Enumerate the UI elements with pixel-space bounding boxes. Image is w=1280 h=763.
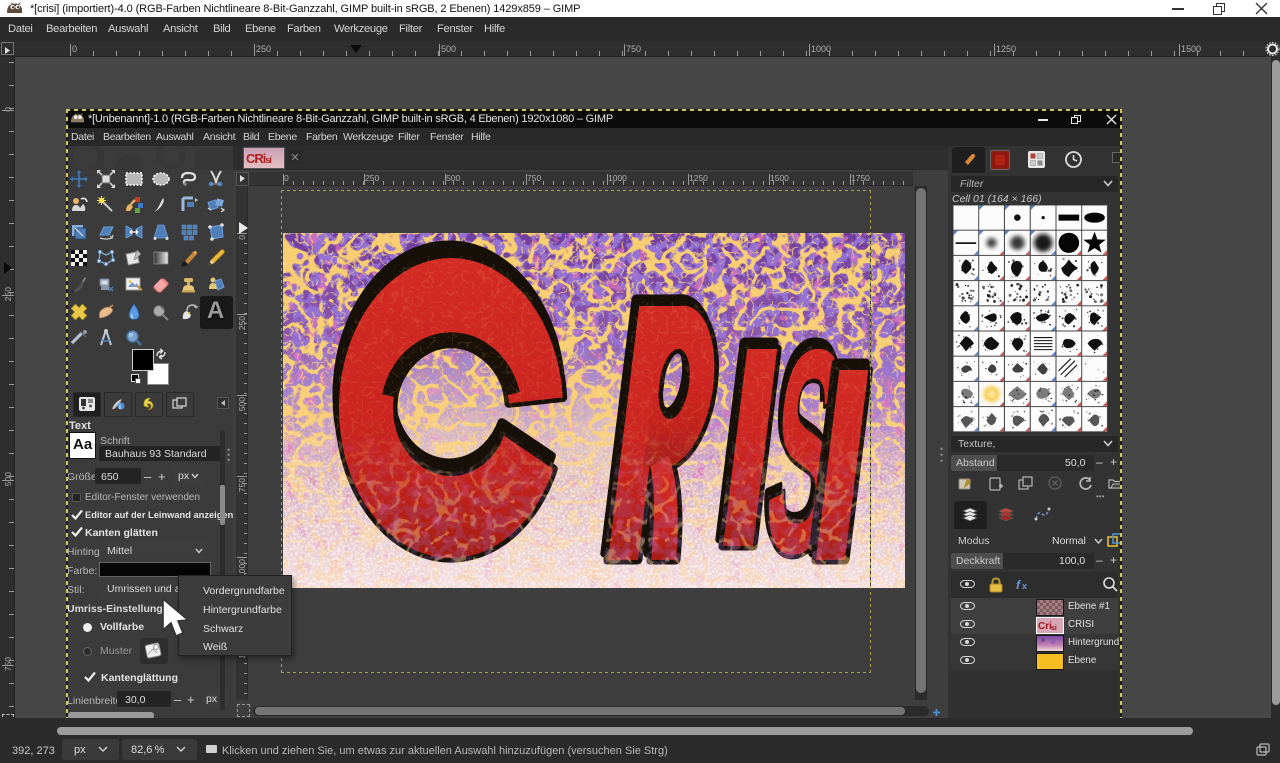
svg-text:si: si [1051, 625, 1057, 632]
svg-text:i: i [119, 404, 121, 411]
svg-text:Cri: Cri [1038, 621, 1052, 632]
